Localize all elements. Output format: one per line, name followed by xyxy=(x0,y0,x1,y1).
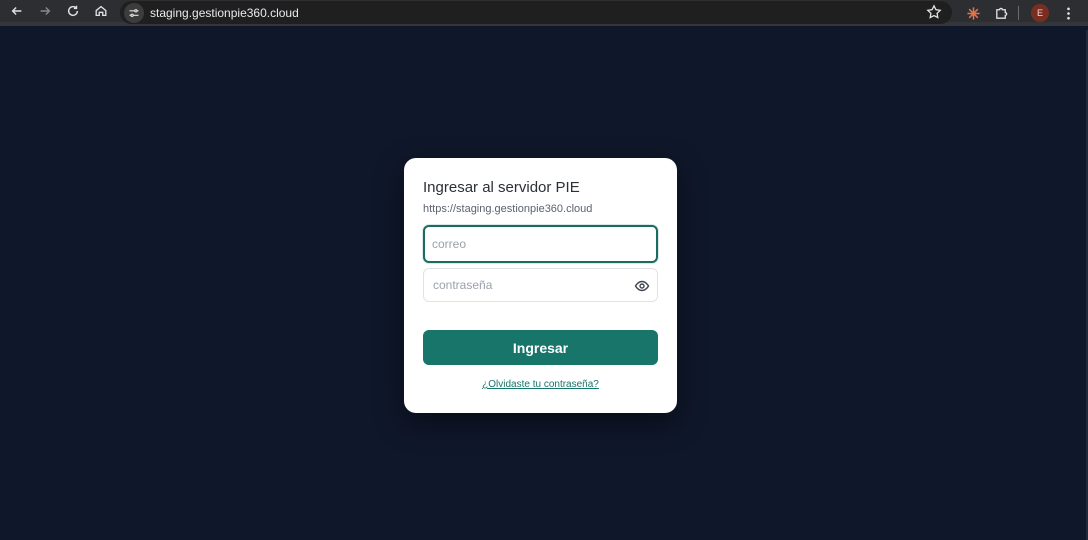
home-icon[interactable] xyxy=(90,0,112,22)
login-card: Ingresar al servidor PIE https://staging… xyxy=(404,158,677,413)
toolbar-divider xyxy=(1018,6,1019,20)
email-field[interactable] xyxy=(423,225,658,263)
arrow-right-icon[interactable] xyxy=(34,0,56,22)
forgot-password-link[interactable]: ¿Olvidaste tu contraseña? xyxy=(404,379,677,390)
server-url: https://staging.gestionpie360.cloud xyxy=(423,203,593,215)
kebab-icon[interactable] xyxy=(1057,2,1079,24)
login-button[interactable]: Ingresar xyxy=(423,330,658,365)
avatar[interactable]: E xyxy=(1031,4,1049,22)
address-bar[interactable]: staging.gestionpie360.cloud xyxy=(120,1,952,24)
password-field[interactable] xyxy=(423,268,658,302)
email-input[interactable] xyxy=(425,227,656,261)
puzzle-icon[interactable] xyxy=(990,2,1012,24)
tune-icon[interactable] xyxy=(124,2,144,23)
toolbar-actions: E xyxy=(962,2,1085,24)
page-title: Ingresar al servidor PIE xyxy=(423,179,580,196)
browser-toolbar: staging.gestionpie360.cloud E xyxy=(0,0,1088,26)
asterisk-icon[interactable] xyxy=(962,2,984,24)
arrow-left-icon[interactable] xyxy=(6,0,28,22)
star-icon[interactable] xyxy=(926,4,942,20)
reload-icon[interactable] xyxy=(62,0,84,22)
eye-icon[interactable] xyxy=(634,278,650,294)
url-text[interactable]: staging.gestionpie360.cloud xyxy=(150,6,299,20)
password-input[interactable] xyxy=(424,269,624,301)
